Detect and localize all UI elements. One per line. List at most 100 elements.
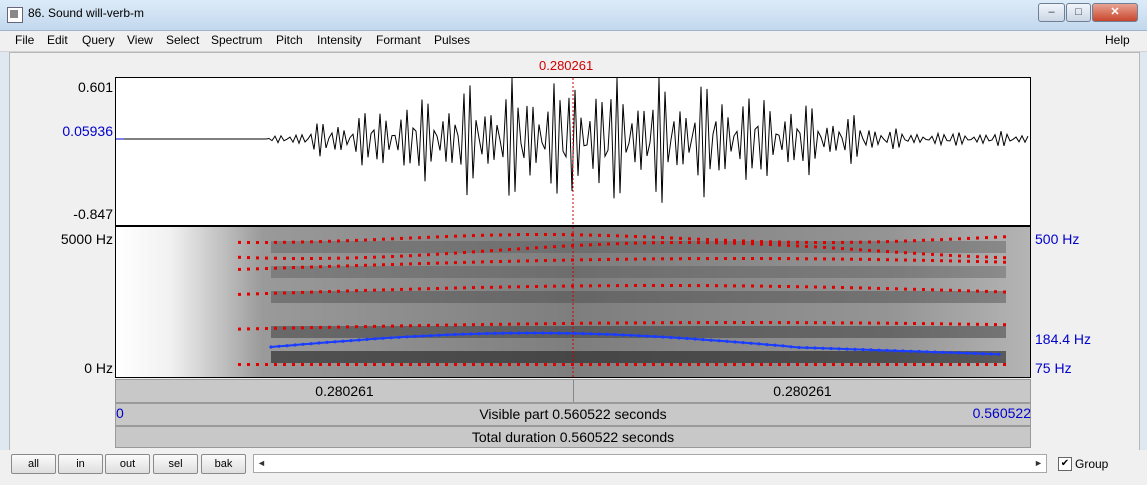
menu-edit[interactable]: Edit (47, 33, 68, 47)
pitch-point (861, 348, 865, 352)
formant-dot (832, 363, 835, 366)
formant-dot (868, 240, 871, 244)
formant-dot (733, 363, 736, 366)
menu-pulses[interactable]: Pulses (434, 33, 470, 47)
formant-dot (526, 259, 529, 263)
app-icon[interactable] (7, 7, 23, 23)
menu-pitch[interactable]: Pitch (276, 33, 303, 47)
pitch-point (677, 336, 681, 340)
formant-dot (346, 256, 349, 260)
formant-dot (850, 247, 853, 251)
pitch-bottom-label: 75 Hz (1035, 360, 1072, 376)
formant-dot (499, 322, 502, 326)
group-checkbox[interactable]: ✔ (1058, 457, 1072, 471)
formant-dot (913, 322, 916, 325)
menu-intensity[interactable]: Intensity (317, 33, 362, 47)
formant-dot (247, 256, 250, 260)
time-right-segment[interactable]: 0.280261 (574, 380, 1031, 402)
zoom-back-button[interactable]: bak (201, 454, 246, 474)
formant-dot (364, 256, 367, 259)
formant-dot (814, 363, 817, 366)
formant-dot (436, 363, 439, 366)
formant-dot (256, 363, 259, 366)
menu-file[interactable]: File (15, 33, 34, 47)
formant-dot (283, 256, 286, 260)
pitch-point (293, 343, 297, 347)
zoom-out-button[interactable]: out (105, 454, 150, 474)
pitch-point (429, 334, 433, 338)
formant-dot (571, 363, 574, 366)
spectrogram-band (271, 266, 1006, 278)
formant-dot (391, 237, 394, 241)
formant-dot (427, 261, 430, 265)
formant-dot (436, 252, 439, 256)
formant-dot (562, 284, 565, 288)
spectrogram-panel[interactable] (115, 226, 1031, 378)
zoom-in-button[interactable]: in (58, 454, 103, 474)
maximize-button[interactable]: □ (1066, 3, 1091, 22)
formant-dot (301, 240, 304, 244)
total-duration-bar[interactable]: Total duration 0.560522 seconds (115, 426, 1031, 448)
formant-dot (454, 261, 457, 265)
menu-help[interactable]: Help (1105, 33, 1130, 47)
formant-dot (769, 240, 772, 244)
pitch-point (941, 350, 945, 354)
formant-dot (751, 284, 754, 288)
zoom-all-button[interactable]: all (11, 454, 56, 474)
formant-dot (607, 257, 610, 261)
formant-dot (562, 258, 565, 262)
time-scrollbar[interactable]: ◄ ► (253, 454, 1047, 473)
formant-dot (517, 363, 520, 366)
formant-dot (418, 363, 421, 366)
formant-dot (328, 290, 331, 293)
pitch-point (773, 343, 777, 347)
spectrogram-freq-bottom: 0 Hz (84, 360, 113, 376)
formant-dot (967, 363, 970, 366)
time-left-segment[interactable]: 0.280261 (116, 380, 573, 402)
visible-part-bar[interactable]: Visible part 0.560522 seconds (115, 403, 1031, 426)
formant-dot (265, 327, 268, 330)
formant-dot (922, 238, 925, 242)
formant-dot (985, 255, 988, 259)
formant-dot (679, 236, 682, 240)
formant-dot (535, 259, 538, 263)
formant-dot (850, 257, 853, 261)
formant-dot (517, 247, 520, 251)
formant-dot (355, 256, 358, 260)
pitch-point (397, 335, 401, 339)
menu-select[interactable]: Select (166, 33, 199, 47)
formant-dot (526, 233, 529, 236)
formant-dot (787, 321, 790, 325)
formant-dot (292, 363, 295, 366)
formant-dot (922, 363, 925, 366)
formant-dot (499, 233, 502, 237)
formant-dot (787, 243, 790, 247)
formant-dot (796, 363, 799, 366)
pitch-point (389, 336, 393, 340)
zoom-selection-button[interactable]: sel (153, 454, 198, 474)
close-button[interactable]: ✕ (1092, 3, 1138, 22)
pitch-point (509, 331, 513, 335)
formant-dot (832, 241, 835, 244)
minimize-button[interactable]: – (1038, 3, 1065, 22)
formant-dot (247, 327, 250, 331)
formant-dot (787, 363, 790, 366)
formant-dot (886, 363, 889, 366)
formant-dot (940, 238, 943, 242)
formant-dot (472, 260, 475, 264)
formant-dot (274, 363, 277, 366)
menu-query[interactable]: Query (82, 33, 115, 47)
pitch-point (453, 332, 457, 337)
formant-dot (454, 234, 457, 238)
spectrogram-freq-top: 5000 Hz (60, 231, 113, 247)
menu-view[interactable]: View (127, 33, 153, 47)
scroll-left-icon[interactable]: ◄ (254, 455, 269, 472)
formant-dot (976, 260, 979, 263)
formant-dot (949, 322, 952, 326)
menu-formant[interactable]: Formant (376, 33, 421, 47)
formant-dot (733, 257, 736, 260)
scroll-right-icon[interactable]: ► (1031, 455, 1046, 472)
pitch-point (365, 337, 369, 341)
waveform-panel[interactable] (115, 77, 1031, 226)
menu-spectrum[interactable]: Spectrum (211, 33, 262, 47)
